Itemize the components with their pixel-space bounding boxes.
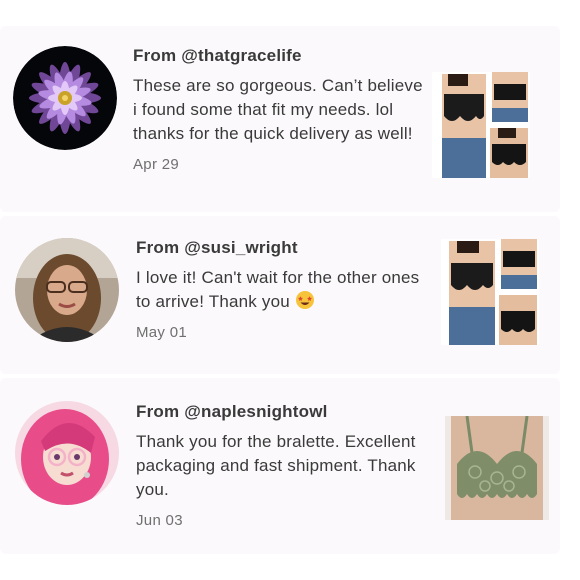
- review-message: Thank you for the bralette. Excellent pa…: [136, 432, 416, 499]
- black-lace-bralette-collage[interactable]: [432, 72, 530, 178]
- review-author: From @thatgracelife: [133, 46, 423, 66]
- review-body: From @susi_wright I love it! Can't wait …: [136, 238, 426, 341]
- from-prefix: From: [136, 402, 185, 421]
- review-body: From @thatgracelife These are so gorgeou…: [133, 46, 423, 173]
- pink-hair-cartoon-avatar[interactable]: [15, 401, 119, 505]
- review-message-text: I love it! Can't wait for the other ones…: [136, 268, 420, 311]
- review-body: From @naplesnightowl Thank you for the b…: [136, 402, 426, 529]
- from-prefix: From: [136, 238, 185, 257]
- review-author: From @susi_wright: [136, 238, 426, 258]
- review-date: Jun 03: [136, 512, 183, 529]
- review-message: I love it! Can't wait for the other ones…: [136, 266, 426, 314]
- woman-portrait-avatar[interactable]: [15, 238, 119, 342]
- black-lace-bralette-collage[interactable]: [441, 239, 539, 345]
- review-feed: From @thatgracelife These are so gorgeou…: [0, 0, 580, 580]
- review-card: From @thatgracelife These are so gorgeou…: [0, 26, 560, 212]
- review-date: May 01: [136, 324, 187, 341]
- review-card: From @susi_wright I love it! Can't wait …: [0, 216, 560, 374]
- author-handle[interactable]: @naplesnightowl: [184, 402, 327, 421]
- author-handle[interactable]: @thatgracelife: [181, 46, 301, 65]
- author-handle[interactable]: @susi_wright: [184, 238, 297, 257]
- dahlia-flower-avatar[interactable]: [13, 46, 117, 150]
- review-message: These are so gorgeous. Can’t believe i f…: [133, 76, 423, 143]
- review-author: From @naplesnightowl: [136, 402, 426, 422]
- from-prefix: From: [133, 46, 182, 65]
- green-lace-bralette[interactable]: [445, 416, 549, 520]
- review-card: From @naplesnightowl Thank you for the b…: [0, 378, 560, 554]
- star-struck-emoji-icon: [295, 291, 314, 309]
- review-date: Apr 29: [133, 156, 179, 173]
